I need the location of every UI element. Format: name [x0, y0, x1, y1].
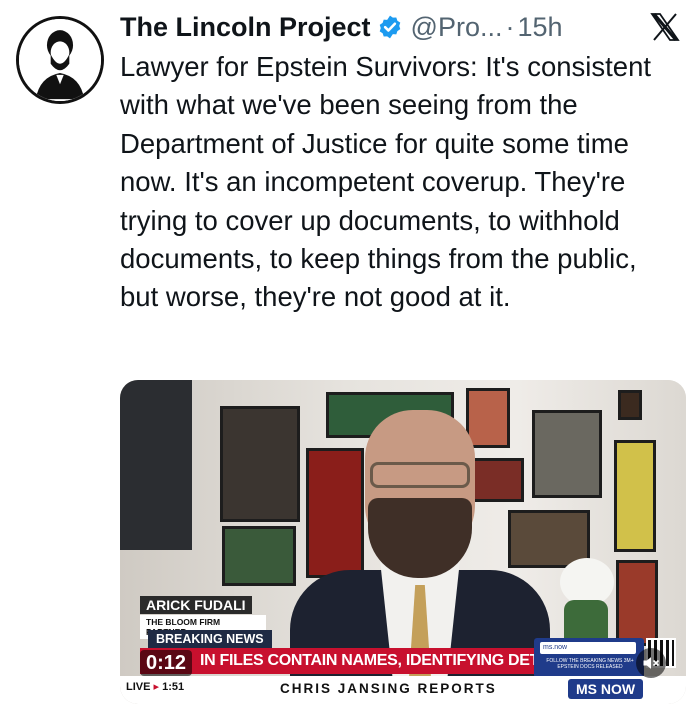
- avatar[interactable]: [16, 16, 104, 104]
- wall-poster: [532, 410, 602, 498]
- wall-poster: [222, 526, 296, 586]
- wall-poster: [616, 560, 658, 646]
- wall-poster: [220, 406, 300, 522]
- speaker-mute-icon[interactable]: [636, 648, 666, 678]
- network-promo-text: FOLLOW THE BREAKING NEWS 3M+ EPSTEIN DOC…: [546, 658, 634, 670]
- network-logo: MS NOW: [568, 679, 644, 699]
- wall-poster: [306, 448, 364, 578]
- verified-badge-icon: [377, 14, 403, 40]
- video-duration: 0:12: [140, 650, 193, 676]
- wall-poster: [614, 440, 656, 552]
- wall-poster: [466, 388, 510, 448]
- show-name: CHRIS JANSING REPORTS: [280, 681, 497, 696]
- tweet-text: Lawyer for Epstein Survivors: It's consi…: [120, 51, 652, 313]
- tweet-header: The Lincoln Project @Pro... · 15h: [120, 6, 682, 48]
- play-arrow-icon: ▸: [153, 681, 160, 693]
- x-close-icon[interactable]: [648, 10, 682, 44]
- video-player[interactable]: ARICK FUDALI THE BLOOM FIRM PARTNER BREA…: [120, 380, 686, 704]
- author-handle[interactable]: @Pro...: [411, 12, 503, 43]
- timestamp[interactable]: 15h: [517, 12, 562, 43]
- person-glasses: [370, 462, 470, 488]
- guest-name: ARICK FUDALI: [140, 596, 252, 614]
- wall-poster: [618, 390, 642, 420]
- lincoln-portrait-icon: [19, 19, 101, 101]
- live-indicator: LIVE ▸ 1:51: [126, 680, 184, 693]
- live-label: LIVE: [126, 681, 151, 693]
- lamp-shade: [560, 558, 614, 606]
- live-time: 1:51: [162, 681, 185, 693]
- network-url: ms.now: [540, 642, 636, 654]
- video-scene-doorway: [120, 380, 192, 550]
- headline-ticker: IN FILES CONTAIN NAMES, IDENTIFYING DETA…: [140, 648, 560, 674]
- author-name[interactable]: The Lincoln Project: [120, 12, 371, 43]
- separator-dot: ·: [505, 11, 515, 42]
- breaking-news-label: BREAKING NEWS: [148, 630, 272, 648]
